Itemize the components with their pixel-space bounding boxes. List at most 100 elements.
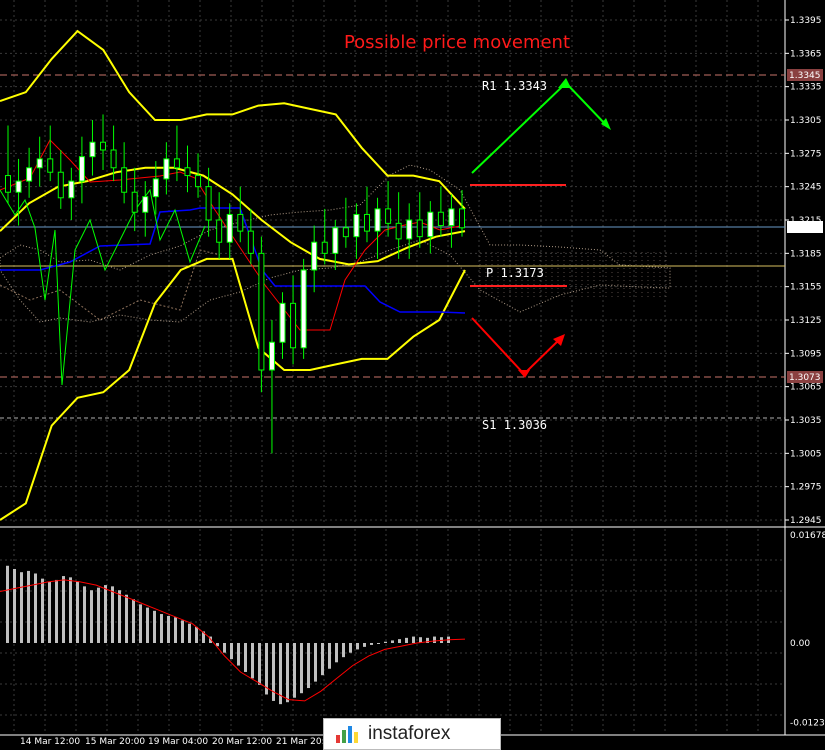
price-tick-label: 1.3365 [790,49,822,59]
candle-body [437,211,444,227]
chikou-line [0,188,206,386]
candle-body [374,208,381,232]
macd-tick-label: 0.01678 [790,531,825,541]
candle-body [100,141,107,151]
macd-bar [244,643,247,672]
macd-bar [349,643,352,653]
macd-bar [405,637,408,643]
candle-body [342,227,349,238]
candle-body [121,167,128,193]
macd-bar [13,568,16,643]
macd-bar [321,643,324,676]
macd-bar [307,643,310,689]
macd-bar [370,643,373,645]
macd-bar [293,643,296,698]
macd-bar [251,643,254,679]
price-tick-label: 1.2975 [790,483,822,493]
macd-bar [230,643,233,660]
candle-body [385,208,392,224]
macd-bar [104,585,107,643]
candle-body [173,158,180,169]
macd-bar [335,643,338,663]
time-tick-label: 19 Mar 04:00 [148,737,208,747]
macd-bar [167,615,170,643]
price-tick-label: 1.3245 [790,183,822,193]
price-tick-label: 1.3155 [790,283,822,293]
logo-bars-icon [336,726,358,743]
macd-bar [83,586,86,643]
candle-body [226,213,233,243]
candle-body [142,196,149,213]
macd-bar [181,620,184,643]
candle-body [268,341,275,371]
macd-bar [237,643,240,666]
candle-body [152,178,159,198]
macd-bar [174,617,177,643]
pivot-label: P 1.3173 [486,266,544,280]
candle-body [184,167,191,177]
price-tick-label: 1.3395 [790,16,822,26]
candle-body [459,208,465,229]
price-tick-label: 1.3095 [790,349,822,359]
macd-bar [27,570,30,643]
candle-body [26,167,33,182]
macd-bar [48,581,51,643]
macd-bar [132,599,135,643]
down-arrow [471,317,562,376]
s1-label: S1 1.3036 [482,418,547,432]
time-tick-label: 15 Mar 20:00 [85,737,145,747]
candle-body [57,171,64,199]
macd-bar [377,643,380,644]
candle-body [290,302,297,349]
time-tick-label: 14 Mar 12:00 [20,737,80,747]
current-price-tag: 1.3208 [789,223,821,233]
candle-body [216,219,223,243]
macd-bar [139,604,142,643]
chart-grid [0,0,825,736]
candle-body [395,222,402,240]
macd-bar [258,643,261,685]
candle-body [195,175,202,188]
candle-body [163,158,170,180]
price-tick-label: 1.3335 [790,83,822,93]
candle-body [448,208,455,227]
macd-bar [111,586,114,643]
macd-bar [398,639,401,643]
macd-bar [223,643,226,653]
candle-body [47,158,54,173]
price-tick-label: 1.3125 [790,316,822,326]
macd-bar [62,576,65,643]
candle-body [205,186,212,221]
macd-bar [328,643,331,669]
macd-bar [90,590,93,643]
price-tag-s: 1.3073 [789,373,821,383]
candle-body [427,211,434,238]
candle-body [78,156,85,182]
price-tag-r: 1.3345 [789,71,821,81]
candle-body [36,158,43,169]
price-tick-label: 1.3005 [790,449,822,459]
candle-body [5,175,11,193]
price-tick-label: 1.2945 [790,516,822,526]
price-tick-label: 1.3035 [790,416,822,426]
macd-bar [153,610,156,643]
price-tick-label: 1.3185 [790,249,822,259]
macd-bar [195,626,198,643]
candle-body [15,180,22,193]
candle-body [416,219,423,238]
macd-bar [433,636,436,643]
macd-bar [146,607,149,643]
macd-tick-label: 0.00 [790,639,810,649]
up-arrow-tip [601,118,611,130]
logo-text: instaforex [368,723,451,744]
macd-panel [0,565,466,705]
macd-bar [188,623,191,643]
instaforex-logo: instaforex [323,718,501,750]
candle-body [237,213,244,232]
macd-tick-label: -0.01235 [790,718,825,728]
candle-body [332,227,339,254]
macd-bar [391,640,394,643]
candle-body [406,219,413,240]
macd-bar [55,579,58,643]
candle-body [363,213,370,232]
